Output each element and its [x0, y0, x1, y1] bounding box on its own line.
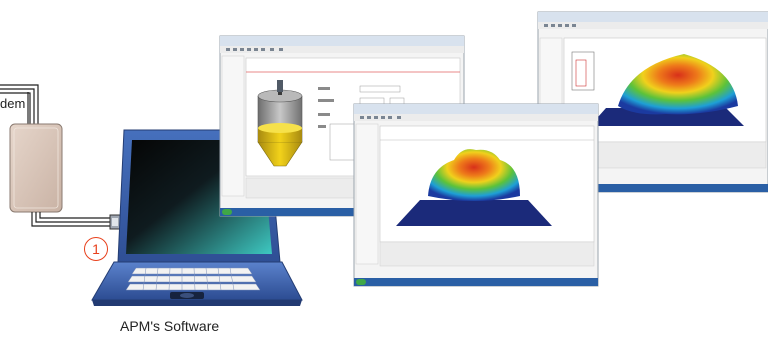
modem-label: dem — [0, 96, 28, 112]
diagram-canvas — [0, 11, 768, 306]
modem-device — [9, 123, 63, 213]
step-1-badge: 1 — [84, 237, 108, 261]
usb-connector — [109, 214, 121, 230]
software-caption: APM's Software — [120, 318, 220, 334]
laptop-cable — [31, 212, 112, 227]
keyboard — [125, 267, 261, 291]
surface-3d-screen-center — [353, 103, 599, 287]
